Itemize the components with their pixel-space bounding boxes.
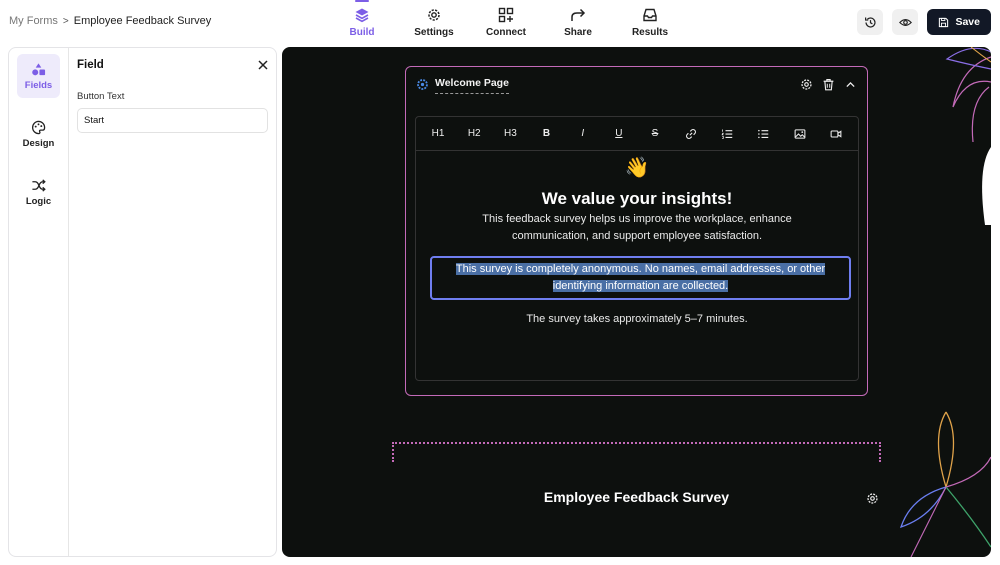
tab-label: Build	[349, 27, 375, 38]
bullet-list-button[interactable]	[749, 123, 777, 145]
layers-icon	[355, 8, 369, 23]
gear-icon	[801, 79, 812, 90]
selected-text-line: identifying information are collected.	[552, 280, 729, 292]
link-icon	[686, 128, 697, 139]
tab-share[interactable]: Share	[542, 0, 614, 44]
bullet-list-icon	[758, 129, 769, 138]
close-icon	[258, 60, 268, 70]
tab-label: Share	[564, 27, 592, 38]
strikethrough-button[interactable]: S	[641, 123, 669, 145]
ordered-list-button[interactable]	[713, 123, 741, 145]
tab-connect[interactable]: Connect	[470, 0, 542, 44]
heading2-button[interactable]: H2	[460, 123, 488, 145]
form-title[interactable]: Employee Feedback Survey	[282, 489, 991, 505]
grid-plus-icon	[498, 7, 514, 23]
tab-label: Settings	[414, 27, 454, 38]
tab-settings[interactable]: Settings	[398, 0, 470, 44]
ordered-list-icon	[721, 129, 733, 139]
tab-label: Results	[631, 27, 669, 38]
floppy-icon	[939, 17, 949, 27]
image-button[interactable]	[786, 123, 814, 145]
welcome-page-title[interactable]: Welcome Page	[435, 77, 509, 94]
link-button[interactable]	[677, 123, 705, 145]
eye-icon	[898, 18, 912, 26]
header-actions: Save	[857, 9, 991, 35]
gear-icon	[417, 79, 428, 90]
tab-build[interactable]: Build	[326, 0, 398, 44]
shapes-icon	[32, 63, 46, 76]
selected-text-block[interactable]: This survey is completely anonymous. No …	[430, 256, 851, 300]
tab-results[interactable]: Results	[614, 0, 686, 44]
side-panel: Fields Design Logic Field Button Text	[8, 47, 277, 557]
preview-button[interactable]	[892, 9, 919, 35]
gear-icon	[428, 9, 440, 21]
image-icon	[794, 128, 806, 139]
editor-toolbar: H1 H2 H3 B I U S	[416, 117, 858, 151]
trash-icon	[823, 79, 834, 91]
panel-title: Field	[77, 59, 104, 71]
rail-label: Logic	[25, 196, 52, 207]
button-text-input[interactable]	[77, 108, 268, 133]
form-canvas: Welcome Page H1 H2 H3 B I U S 👋 We value…	[282, 47, 991, 557]
welcome-page-settings[interactable]	[416, 78, 429, 96]
video-icon	[830, 129, 842, 138]
video-button[interactable]	[822, 123, 850, 145]
top-bar: My Forms > Employee Feedback Survey Buil…	[0, 0, 1000, 44]
welcome-paragraph-duration[interactable]: The survey takes approximately 5–7 minut…	[416, 313, 858, 325]
chevron-up-icon	[846, 81, 855, 87]
card-actions	[800, 78, 857, 96]
button-text-label: Button Text	[77, 91, 125, 102]
bold-button[interactable]: B	[533, 123, 561, 145]
italic-button[interactable]: I	[569, 123, 597, 145]
card-settings-button[interactable]	[800, 78, 813, 96]
history-button[interactable]	[857, 9, 884, 35]
underline-button[interactable]: U	[605, 123, 633, 145]
main-nav: Build Settings Connect Share Results	[326, 0, 686, 44]
active-indicator	[355, 0, 369, 2]
side-rail: Fields Design Logic	[9, 48, 69, 556]
tab-label: Connect	[486, 27, 526, 38]
rail-item-design[interactable]: Design	[17, 112, 60, 156]
save-label: Save	[955, 16, 980, 28]
welcome-heading[interactable]: We value your insights!	[416, 189, 858, 209]
close-panel-button[interactable]	[257, 58, 269, 76]
breadcrumb-separator: >	[62, 15, 69, 27]
rail-item-fields[interactable]: Fields	[17, 54, 60, 98]
waving-hand-emoji: 👋	[624, 157, 650, 179]
form-title-settings[interactable]	[866, 492, 879, 510]
card-delete-button[interactable]	[822, 78, 835, 96]
heading3-button[interactable]: H3	[496, 123, 524, 145]
welcome-paragraph-intro[interactable]: This feedback survey helps us improve th…	[456, 211, 818, 245]
rail-label: Fields	[24, 80, 53, 91]
floral-decoration-top	[945, 47, 991, 225]
card-collapse-button[interactable]	[844, 78, 857, 96]
history-icon	[864, 16, 876, 28]
selected-text-line: This survey is completely anonymous. No …	[455, 263, 826, 275]
rail-label: Design	[22, 138, 55, 149]
floral-decoration-bottom	[899, 411, 991, 557]
welcome-page-card[interactable]: Welcome Page H1 H2 H3 B I U S 👋 We value…	[405, 66, 868, 396]
palette-icon	[31, 120, 46, 135]
breadcrumb: My Forms > Employee Feedback Survey	[9, 15, 211, 27]
rich-text-editor[interactable]: H1 H2 H3 B I U S 👋 We value your insight…	[415, 116, 859, 381]
breadcrumb-parent[interactable]: My Forms	[9, 15, 58, 27]
save-button[interactable]: Save	[927, 9, 991, 35]
form-section-dropzone[interactable]	[392, 442, 881, 462]
share-arrow-icon	[571, 8, 586, 21]
shuffle-icon	[32, 179, 46, 192]
heading1-button[interactable]: H1	[424, 123, 452, 145]
inbox-icon	[643, 8, 657, 22]
gear-icon	[867, 493, 878, 504]
breadcrumb-current: Employee Feedback Survey	[73, 15, 212, 27]
rail-item-logic[interactable]: Logic	[17, 170, 60, 214]
field-settings-pane: Field Button Text	[77, 48, 276, 556]
